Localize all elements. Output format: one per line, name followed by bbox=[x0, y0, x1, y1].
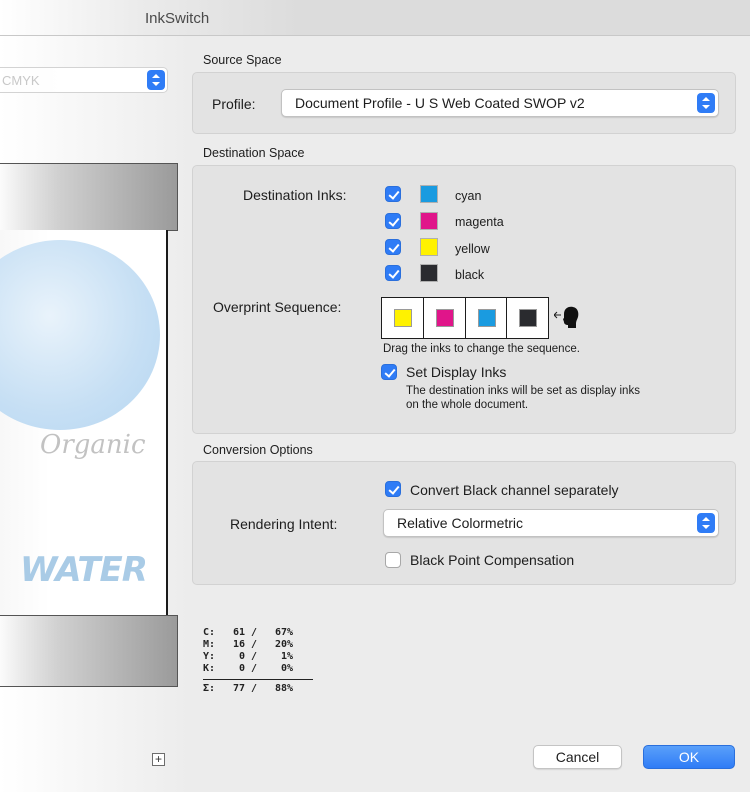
ink-readout-sum: Σ: 77 / 88% bbox=[203, 679, 313, 695]
preset-select[interactable]: CMYK bbox=[0, 67, 168, 93]
ink-swatch-black bbox=[420, 264, 438, 282]
source-space-heading: Source Space bbox=[203, 53, 282, 67]
set-display-inks-checkbox[interactable] bbox=[381, 364, 397, 380]
rendering-intent-label: Rendering Intent: bbox=[230, 516, 338, 532]
preset-select-value: CMYK bbox=[2, 73, 40, 88]
destination-space-heading: Destination Space bbox=[203, 146, 305, 160]
profile-label: Profile: bbox=[212, 96, 256, 112]
ok-button[interactable]: OK bbox=[643, 745, 735, 769]
sequence-ink-yellow[interactable] bbox=[382, 298, 424, 338]
window-title: InkSwitch bbox=[145, 10, 210, 27]
chevron-updown-icon bbox=[147, 70, 165, 90]
set-display-inks-label: Set Display Inks bbox=[406, 364, 507, 380]
overprint-sequence-label: Overprint Sequence: bbox=[213, 299, 342, 315]
ink-swatch-magenta bbox=[435, 309, 454, 327]
rendering-intent-value: Relative Colormetric bbox=[397, 515, 524, 531]
profile-select[interactable]: Document Profile - U S Web Coated SWOP v… bbox=[281, 89, 719, 117]
ink-checkbox-black[interactable] bbox=[385, 265, 401, 281]
sequence-ink-cyan[interactable] bbox=[466, 298, 508, 338]
ink-readout-row: Y: 0 / 1% bbox=[203, 651, 294, 662]
profile-select-value: Document Profile - U S Web Coated SWOP v… bbox=[295, 95, 585, 111]
display-inks-note-line2: on the whole document. bbox=[406, 399, 529, 411]
ink-name-cyan: cyan bbox=[455, 189, 482, 203]
sequence-ink-black[interactable] bbox=[507, 298, 548, 338]
overprint-sequence[interactable] bbox=[381, 297, 549, 339]
ink-name-magenta: magenta bbox=[455, 215, 504, 229]
title-bar: InkSwitch bbox=[0, 0, 750, 36]
preview-bottom-bar bbox=[0, 615, 178, 687]
rendering-intent-select[interactable]: Relative Colormetric bbox=[383, 509, 719, 537]
drag-hint: Drag the inks to change the sequence. bbox=[383, 343, 580, 355]
ink-swatch-black bbox=[519, 309, 538, 327]
conversion-options-heading: Conversion Options bbox=[203, 443, 313, 457]
ink-swatch-yellow bbox=[420, 238, 438, 256]
viewer-head-icon bbox=[554, 306, 579, 328]
ink-name-black: black bbox=[455, 268, 485, 282]
preview-canvas[interactable]: Organic WATER bbox=[0, 230, 168, 615]
black-point-compensation-label: Black Point Compensation bbox=[410, 552, 575, 568]
display-inks-note-line1: The destination inks will be set as disp… bbox=[406, 385, 640, 397]
ink-readout: C: 61 / 67% M: 16 / 20% Y: 0 / 1% K: 0 / 0% … bbox=[203, 627, 313, 695]
ink-swatch-magenta bbox=[420, 212, 438, 230]
preview-blob-shape bbox=[0, 240, 160, 430]
ink-checkbox-cyan[interactable] bbox=[385, 186, 401, 202]
chevron-updown-icon bbox=[697, 513, 715, 533]
ink-checkbox-yellow[interactable] bbox=[385, 239, 401, 255]
black-point-compensation-checkbox[interactable] bbox=[385, 552, 401, 568]
ink-swatch-cyan bbox=[477, 309, 496, 327]
preview-art-organic: Organic bbox=[40, 430, 146, 460]
chevron-updown-icon bbox=[697, 93, 715, 113]
cancel-button[interactable]: Cancel bbox=[533, 745, 622, 769]
ink-swatch-cyan bbox=[420, 185, 438, 203]
add-icon[interactable]: + bbox=[152, 753, 165, 766]
ink-readout-row: M: 16 / 20% bbox=[203, 639, 294, 650]
destination-inks-label: Destination Inks: bbox=[243, 187, 347, 203]
sequence-ink-magenta[interactable] bbox=[424, 298, 466, 338]
ink-readout-row: K: 0 / 0% bbox=[203, 663, 294, 674]
ink-checkbox-magenta[interactable] bbox=[385, 213, 401, 229]
preview-top-bar bbox=[0, 163, 178, 231]
convert-black-label: Convert Black channel separately bbox=[410, 482, 619, 498]
convert-black-checkbox[interactable] bbox=[385, 481, 401, 497]
preview-art-water: WATER bbox=[20, 550, 148, 590]
source-space-panel: Profile: Document Profile - U S Web Coat… bbox=[192, 72, 736, 134]
ink-name-yellow: yellow bbox=[455, 242, 490, 256]
ink-swatch-yellow bbox=[394, 309, 412, 327]
ink-readout-row: C: 61 / 67% bbox=[203, 627, 294, 638]
